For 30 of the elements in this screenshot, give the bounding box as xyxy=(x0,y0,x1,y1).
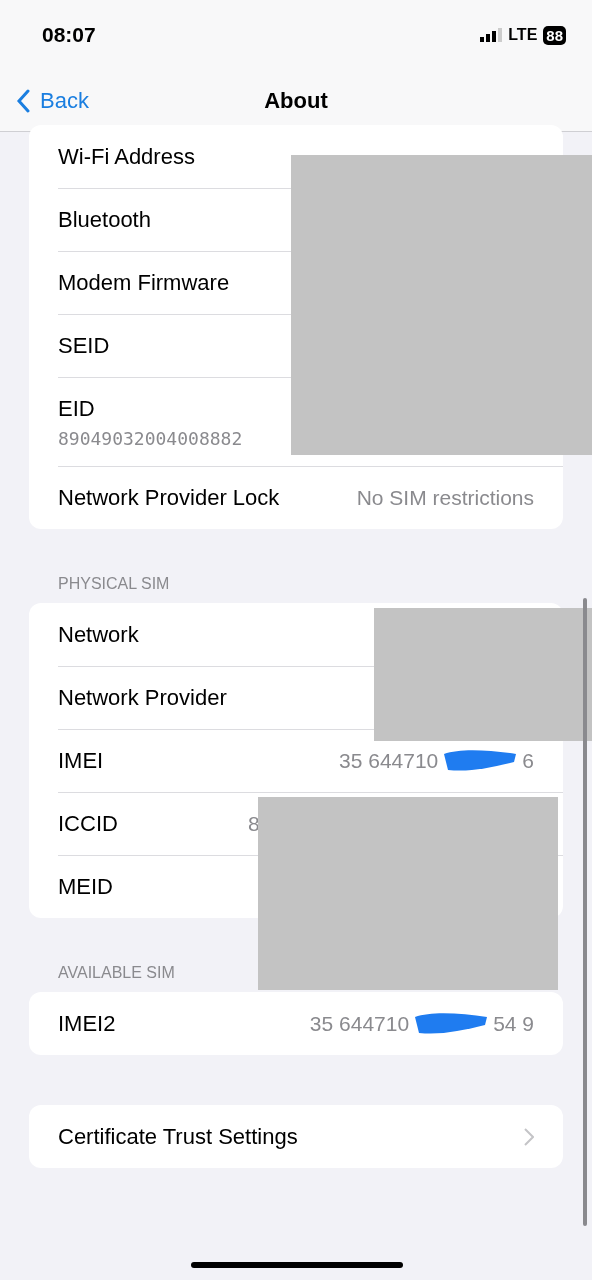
row-label: Modem Firmware xyxy=(58,270,230,296)
section-header: AVAILABLE SIM xyxy=(57,964,176,983)
row-label: IMEI xyxy=(58,748,104,774)
status-time: 08:07 xyxy=(42,23,96,47)
row-label: SEID xyxy=(58,333,110,359)
row-value: No SIM restrictions xyxy=(356,486,534,510)
back-button[interactable]: Back xyxy=(16,87,89,114)
row-value: 89049032004008882 xyxy=(58,427,243,449)
row-label: ICCID xyxy=(58,811,119,837)
row-value: 8 xyxy=(248,812,260,836)
battery-level: 88 xyxy=(543,25,566,45)
row-value: 6 xyxy=(522,749,534,773)
row-label: IMEI2 xyxy=(58,1010,116,1037)
row-value: 35 644710 xyxy=(339,749,439,773)
row-label: Network Provider Lock xyxy=(58,485,280,511)
signal-icon xyxy=(480,28,503,42)
network-type: LTE xyxy=(508,26,538,44)
row-label: EID xyxy=(58,395,96,422)
row-label: Bluetooth xyxy=(58,207,151,233)
row-label: Network xyxy=(58,621,139,648)
row-value: 54 9 xyxy=(493,1011,534,1036)
row-label: Network Provider xyxy=(58,685,227,711)
chevron-icon xyxy=(524,1127,534,1146)
back-chevron-icon xyxy=(16,88,30,113)
section-header: PHYSICAL SIM xyxy=(57,575,171,594)
page-title: About xyxy=(264,87,328,114)
row-label: MEID xyxy=(58,874,113,900)
row-label: Wi-Fi Address xyxy=(58,143,195,170)
row-value: 35 644710 xyxy=(309,1011,410,1036)
settings-row[interactable]: Certificate Trust Settings xyxy=(58,1105,563,1168)
